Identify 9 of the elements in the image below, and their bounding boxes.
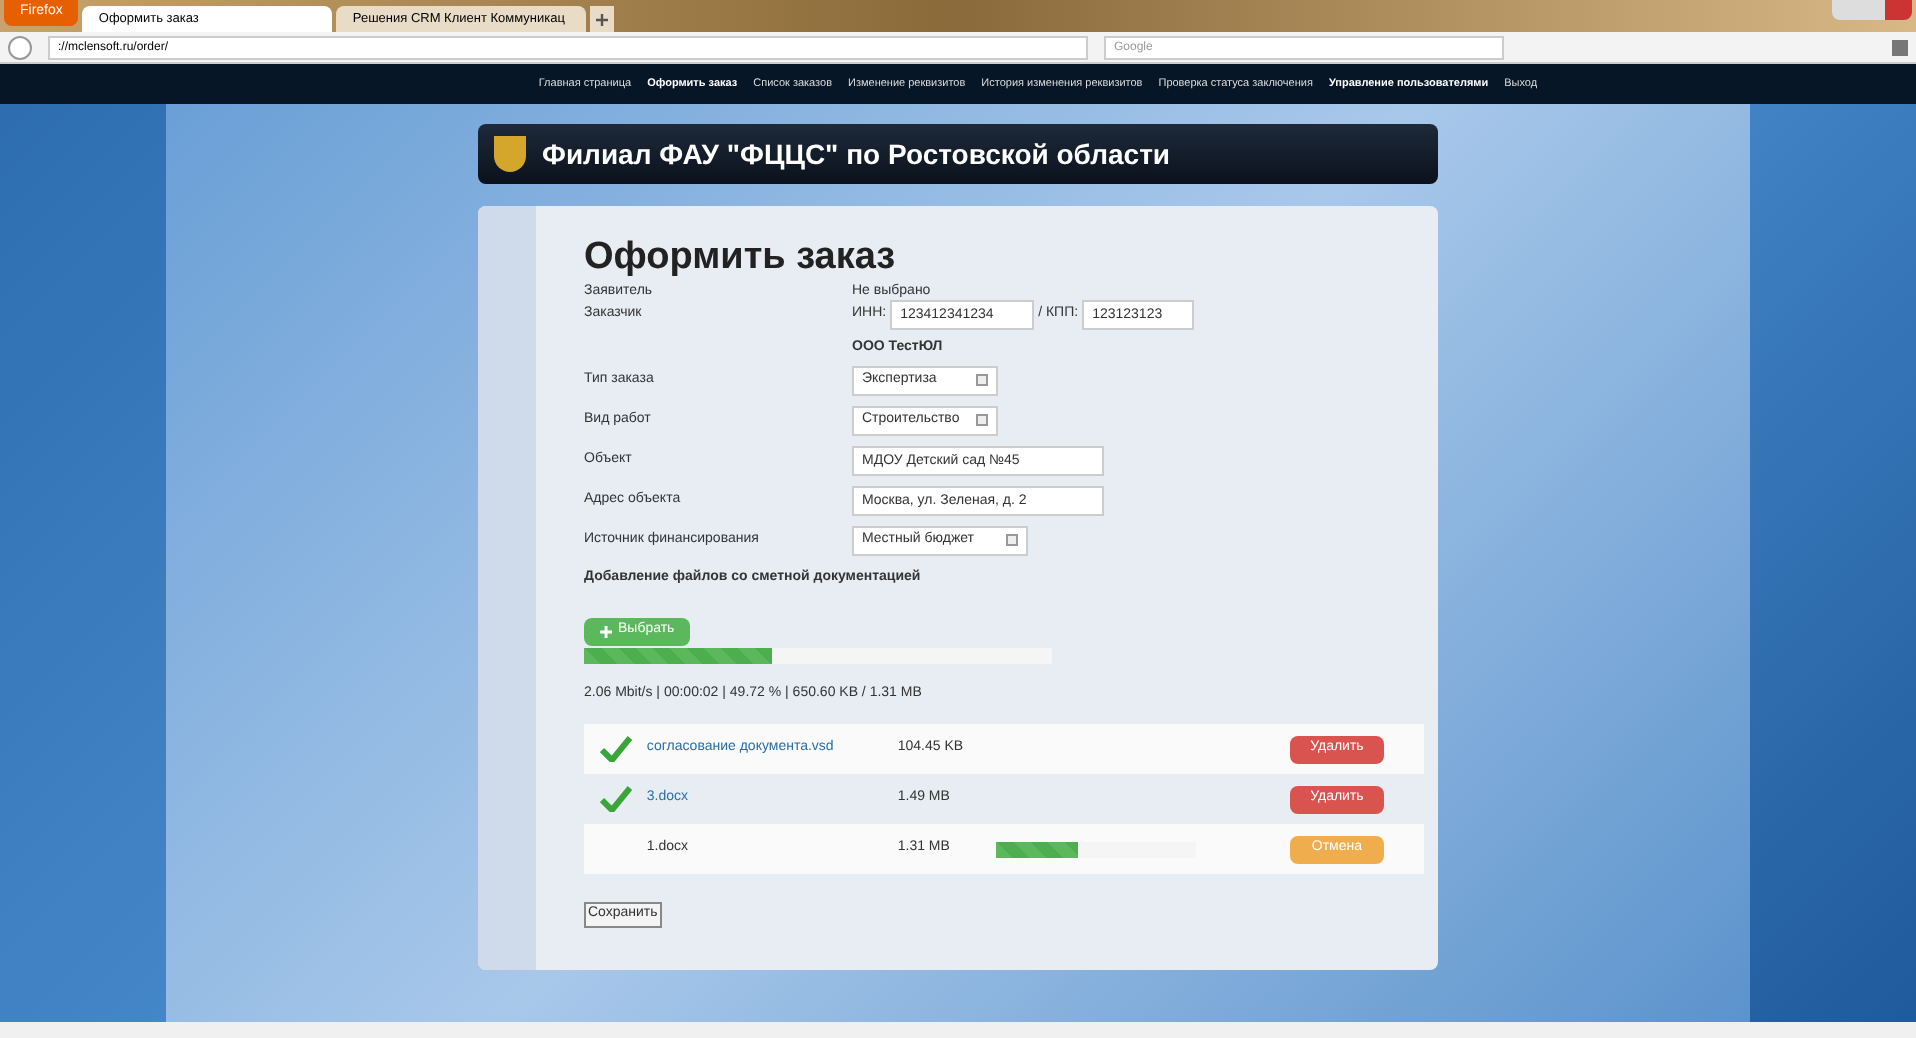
plus-icon [596, 13, 609, 25]
header-title: Филиал ФАУ "ФЦЦС" по Ростовской области [542, 135, 1171, 174]
form-title: Оформить заказ [584, 234, 898, 282]
emblem-icon [494, 136, 526, 172]
plus-icon [600, 625, 612, 637]
checkmark-icon [599, 736, 632, 762]
checkmark-icon [599, 786, 632, 812]
window-controls-icon[interactable] [1832, 0, 1912, 20]
new-tab-button[interactable] [590, 6, 615, 32]
